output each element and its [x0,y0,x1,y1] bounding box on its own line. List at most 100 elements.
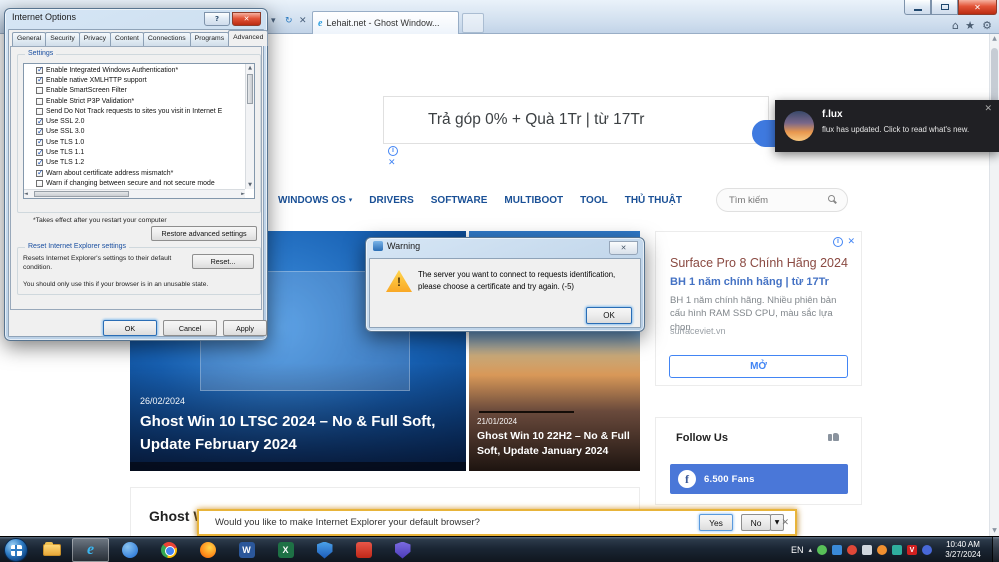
horizontal-scrollbar[interactable] [24,189,245,198]
sidebar-ad-open-button[interactable]: MỞ [669,355,848,378]
new-tab-button[interactable] [462,13,484,33]
ad-info-icon[interactable] [388,146,398,156]
close-button[interactable] [232,12,261,26]
reset-button[interactable]: Reset... [192,254,254,269]
sidebar-ad-subtitle[interactable]: BH 1 năm chính hãng | từ 17Tr [670,276,829,288]
checkbox[interactable] [36,117,44,126]
antivirus-tray-icon[interactable] [907,545,917,555]
taskbar-antivirus[interactable] [306,538,343,562]
ad-close-icon[interactable] [847,237,855,247]
nav-item-tool[interactable]: TOOL [580,195,608,206]
taskbar-firefox[interactable] [189,538,226,562]
stop-icon[interactable] [299,16,307,26]
checkbox[interactable] [36,97,43,105]
sidebar-ad-card[interactable]: Surface Pro 8 Chính Hãng 2024 BH 1 năm c… [655,231,862,386]
facebook-fans-button[interactable]: 6.500 Fans [670,464,848,494]
yes-button[interactable]: Yes [699,514,733,531]
scroll-left-icon[interactable] [24,190,28,198]
taskbar-internet-explorer[interactable] [72,538,109,562]
settings-group-label: Settings [25,50,57,57]
vertical-scrollbar[interactable] [245,64,254,189]
close-button[interactable] [958,0,997,15]
sidebar-ad-title[interactable]: Surface Pro 8 Chính Hãng 2024 [670,256,848,270]
post-title[interactable]: Ghost Win 10 LTSC 2024 – No & Full Soft,… [140,411,452,456]
top-ad-banner[interactable]: Trả góp 0% + Quà 1Tr | từ 17Tr [383,96,769,144]
help-button[interactable] [204,12,230,26]
ok-button[interactable]: OK [586,307,632,324]
tab-connections[interactable]: Connections [142,32,191,46]
tab-privacy[interactable]: Privacy [78,32,112,46]
tray-icon[interactable] [922,545,932,555]
browser-tab[interactable]: Lehait.net - Ghost Window... [312,11,459,34]
scroll-up-icon[interactable] [246,64,254,72]
tab-advanced[interactable]: Advanced [228,30,269,46]
tray-icon[interactable] [832,545,842,555]
scroll-up-icon[interactable] [990,34,999,44]
checkbox[interactable] [36,107,43,115]
checkbox[interactable] [36,179,43,187]
apply-button[interactable]: Apply [223,320,267,336]
cancel-button[interactable]: Cancel [163,320,217,336]
nav-item-thu-thuat[interactable]: THỦ THUẬT [625,195,682,206]
refresh-icon[interactable] [285,16,293,26]
close-button[interactable] [609,241,638,255]
nav-item-multiboot[interactable]: MULTIBOOT [504,195,563,206]
tab-security[interactable]: Security [45,32,80,46]
taskbar-windows-explorer[interactable] [33,538,70,562]
checkbox[interactable] [36,75,44,84]
close-icon[interactable] [781,518,789,528]
settings-gear-icon[interactable] [982,19,992,32]
checkbox[interactable] [36,127,44,136]
taskbar-secondary-browser[interactable] [111,538,148,562]
ad-info-icon[interactable] [833,237,843,247]
taskbar-word[interactable] [228,538,265,562]
taskbar-clock[interactable]: 10:40 AM 3/27/2024 [937,540,989,561]
close-icon[interactable] [984,104,992,114]
restore-advanced-settings-button[interactable]: Restore advanced settings [151,226,257,241]
post-title[interactable]: Ghost Win 10 22H2 – No & Full Soft, Upda… [477,429,637,459]
home-icon[interactable] [952,19,959,32]
tray-icon[interactable] [817,545,827,555]
nav-item-drivers[interactable]: DRIVERS [369,195,413,206]
ad-close-icon[interactable] [388,158,396,168]
show-desktop-button[interactable] [992,537,999,562]
scrollbar-thumb[interactable] [34,191,129,197]
tray-icon[interactable] [847,545,857,555]
search-icon[interactable] [828,195,835,202]
tab-programs[interactable]: Programs [189,32,230,46]
tray-icon[interactable] [862,545,872,555]
checkbox[interactable] [36,137,44,146]
checkbox[interactable] [36,148,44,157]
flux-notification[interactable]: f.lux flux has updated. Click to read wh… [775,100,999,152]
scroll-down-icon[interactable] [246,181,254,189]
favorites-star-icon[interactable] [965,19,975,32]
checkbox[interactable] [36,158,44,167]
checkbox[interactable] [36,65,44,74]
scrollbar-thumb[interactable] [247,74,253,104]
checkbox[interactable] [36,168,44,177]
no-button[interactable]: No [741,514,771,531]
minimize-button[interactable] [904,0,931,15]
language-indicator[interactable]: EN [791,545,804,555]
taskbar-security-app[interactable] [384,538,421,562]
tray-icon[interactable] [877,545,887,555]
tray-icon[interactable] [892,545,902,555]
scroll-down-icon[interactable] [990,526,999,536]
show-hidden-icons-icon[interactable] [808,546,812,554]
taskbar-excel[interactable] [267,538,304,562]
reset-warning: You should only use this if your browser… [23,281,209,288]
nav-item-software[interactable]: SOFTWARE [431,195,488,206]
nav-item-windows-os[interactable]: WINDOWS OS [278,195,352,206]
start-button[interactable] [4,538,28,562]
checkbox[interactable] [36,87,43,95]
taskbar-chrome[interactable] [150,538,187,562]
maximize-button[interactable] [931,0,958,15]
ok-button[interactable]: OK [103,320,157,336]
tab-general[interactable]: General [12,32,47,46]
taskbar-app-red[interactable] [345,538,382,562]
search-input[interactable] [729,189,824,211]
facebook-icon [678,470,696,488]
scroll-right-icon[interactable] [241,190,245,198]
tab-content[interactable]: Content [110,32,144,46]
address-dropdown-icon[interactable] [271,16,276,26]
